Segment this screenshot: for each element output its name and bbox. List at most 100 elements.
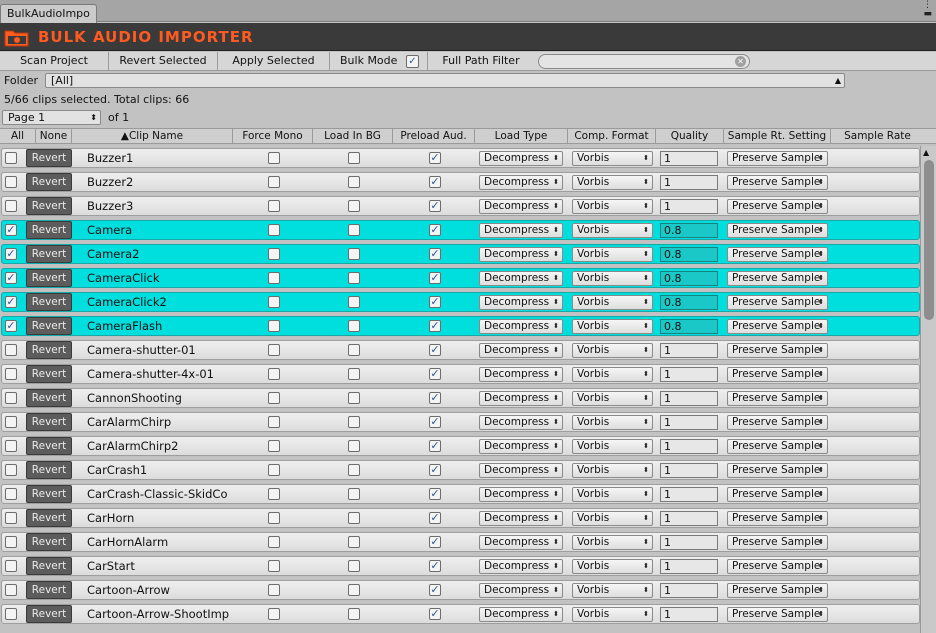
select-all-button[interactable]: All xyxy=(0,129,36,144)
revert-button[interactable]: Revert xyxy=(26,413,72,431)
force-mono-checkbox[interactable] xyxy=(268,464,280,476)
load-in-bg-checkbox[interactable] xyxy=(348,416,360,428)
table-row[interactable]: Revert CarAlarmChirp2 ✓ Decompress ⬍ Vorbis ⬍ 1… xyxy=(0,434,920,458)
force-mono-checkbox[interactable] xyxy=(268,608,280,620)
comp-format-dropdown[interactable]: Vorbis ⬍ xyxy=(572,559,653,574)
comp-format-dropdown[interactable]: Vorbis ⬍ xyxy=(572,367,653,382)
sample-setting-dropdown[interactable]: Preserve Sample ⬍ xyxy=(727,343,828,358)
table-row[interactable]: ✓ Revert CameraClick ✓ Decompress ⬍ Vorbis ⬍ 0.8… xyxy=(0,266,920,290)
quality-field[interactable]: 1 xyxy=(660,175,718,190)
preload-checkbox[interactable]: ✓ xyxy=(429,248,441,260)
table-row[interactable]: Revert Buzzer3 ✓ Decompress ⬍ Vorbis ⬍ 1 Preserv… xyxy=(0,194,920,218)
load-type-dropdown[interactable]: Decompress ⬍ xyxy=(479,319,563,334)
force-mono-checkbox[interactable] xyxy=(268,488,280,500)
full-path-filter-input[interactable]: ✕ xyxy=(538,54,750,69)
table-row[interactable]: ✓ Revert CameraFlash ✓ Decompress ⬍ Vorbis ⬍ 0.8… xyxy=(0,314,920,338)
revert-selected-button[interactable]: Revert Selected xyxy=(109,52,218,71)
load-type-dropdown[interactable]: Decompress ⬍ xyxy=(479,367,563,382)
sample-setting-dropdown[interactable]: Preserve Sample ⬍ xyxy=(727,247,828,262)
comp-format-dropdown[interactable]: Vorbis ⬍ xyxy=(572,391,653,406)
preload-checkbox[interactable]: ✓ xyxy=(429,416,441,428)
quality-field[interactable]: 0.8 xyxy=(660,319,718,334)
table-row[interactable]: Revert CarAlarmChirp ✓ Decompress ⬍ Vorbis ⬍ 1 P… xyxy=(0,410,920,434)
quality-field[interactable]: 0.8 xyxy=(660,247,718,262)
revert-button[interactable]: Revert xyxy=(26,533,72,551)
load-type-dropdown[interactable]: Decompress ⬍ xyxy=(479,559,563,574)
force-mono-checkbox[interactable] xyxy=(268,152,280,164)
row-select-checkbox[interactable]: ✓ xyxy=(5,272,17,284)
load-in-bg-checkbox[interactable] xyxy=(348,320,360,332)
load-in-bg-checkbox[interactable] xyxy=(348,248,360,260)
column-quality[interactable]: Quality xyxy=(656,129,724,144)
bulk-mode-checkbox[interactable]: ✓ xyxy=(406,55,419,68)
force-mono-checkbox[interactable] xyxy=(268,248,280,260)
load-in-bg-checkbox[interactable] xyxy=(348,176,360,188)
load-type-dropdown[interactable]: Decompress ⬍ xyxy=(479,343,563,358)
table-row[interactable]: ✓ Revert Camera2 ✓ Decompress ⬍ Vorbis ⬍ 0.8 Pres… xyxy=(0,242,920,266)
comp-format-dropdown[interactable]: Vorbis ⬍ xyxy=(572,319,653,334)
sample-setting-dropdown[interactable]: Preserve Sample ⬍ xyxy=(727,151,828,166)
force-mono-checkbox[interactable] xyxy=(268,536,280,548)
comp-format-dropdown[interactable]: Vorbis ⬍ xyxy=(572,607,653,622)
row-select-checkbox[interactable] xyxy=(5,368,17,380)
table-row[interactable]: Revert CarCrash-Classic-SkidCo ✓ Decompress… xyxy=(0,482,920,506)
preload-checkbox[interactable]: ✓ xyxy=(429,296,441,308)
revert-button[interactable]: Revert xyxy=(26,245,72,263)
column-load-in-bg[interactable]: Load In BG xyxy=(313,129,393,144)
revert-button[interactable]: Revert xyxy=(26,317,72,335)
row-select-checkbox[interactable]: ✓ xyxy=(5,296,17,308)
column-sample-setting[interactable]: Sample Rt. Setting xyxy=(724,129,831,144)
load-type-dropdown[interactable]: Decompress ⬍ xyxy=(479,463,563,478)
preload-checkbox[interactable]: ✓ xyxy=(429,272,441,284)
load-in-bg-checkbox[interactable] xyxy=(348,152,360,164)
load-in-bg-checkbox[interactable] xyxy=(348,464,360,476)
table-row[interactable]: ✓ Revert Camera ✓ Decompress ⬍ Vorbis ⬍ 0.8 Prese… xyxy=(0,218,920,242)
load-type-dropdown[interactable]: Decompress ⬍ xyxy=(479,511,563,526)
row-select-checkbox[interactable] xyxy=(5,392,17,404)
force-mono-checkbox[interactable] xyxy=(268,272,280,284)
comp-format-dropdown[interactable]: Vorbis ⬍ xyxy=(572,535,653,550)
row-select-checkbox[interactable]: ✓ xyxy=(5,224,17,236)
row-select-checkbox[interactable] xyxy=(5,584,17,596)
sample-setting-dropdown[interactable]: Preserve Sample ⬍ xyxy=(727,295,828,310)
force-mono-checkbox[interactable] xyxy=(268,176,280,188)
quality-field[interactable]: 1 xyxy=(660,535,718,550)
preload-checkbox[interactable]: ✓ xyxy=(429,584,441,596)
scroll-up-icon[interactable]: ▲ xyxy=(923,148,929,157)
sample-setting-dropdown[interactable]: Preserve Sample ⬍ xyxy=(727,271,828,286)
sample-setting-dropdown[interactable]: Preserve Sample ⬍ xyxy=(727,607,828,622)
comp-format-dropdown[interactable]: Vorbis ⬍ xyxy=(572,415,653,430)
apply-selected-button[interactable]: Apply Selected xyxy=(218,52,330,71)
quality-field[interactable]: 1 xyxy=(660,439,718,454)
quality-field[interactable]: 1 xyxy=(660,607,718,622)
comp-format-dropdown[interactable]: Vorbis ⬍ xyxy=(572,223,653,238)
load-type-dropdown[interactable]: Decompress ⬍ xyxy=(479,247,563,262)
revert-button[interactable]: Revert xyxy=(26,173,72,191)
load-type-dropdown[interactable]: Decompress ⬍ xyxy=(479,175,563,190)
load-type-dropdown[interactable]: Decompress ⬍ xyxy=(479,271,563,286)
sample-setting-dropdown[interactable]: Preserve Sample ⬍ xyxy=(727,319,828,334)
column-sample-rate[interactable]: Sample Rate xyxy=(831,129,924,144)
force-mono-checkbox[interactable] xyxy=(268,512,280,524)
revert-button[interactable]: Revert xyxy=(26,341,72,359)
table-row[interactable]: Revert Camera-shutter-01 ✓ Decompress ⬍ Vorbi… xyxy=(0,338,920,362)
force-mono-checkbox[interactable] xyxy=(268,416,280,428)
sample-setting-dropdown[interactable]: Preserve Sample ⬍ xyxy=(727,223,828,238)
comp-format-dropdown[interactable]: Vorbis ⬍ xyxy=(572,175,653,190)
load-in-bg-checkbox[interactable] xyxy=(348,440,360,452)
preload-checkbox[interactable]: ✓ xyxy=(429,440,441,452)
load-type-dropdown[interactable]: Decompress ⬍ xyxy=(479,151,563,166)
load-type-dropdown[interactable]: Decompress ⬍ xyxy=(479,199,563,214)
table-row[interactable]: Revert CarStart ✓ Decompress ⬍ Vorbis ⬍ 1 Preser… xyxy=(0,554,920,578)
column-load-type[interactable]: Load Type xyxy=(475,129,568,144)
page-dropdown[interactable]: Page 1 ⬍ xyxy=(2,110,101,125)
load-in-bg-checkbox[interactable] xyxy=(348,344,360,356)
comp-format-dropdown[interactable]: Vorbis ⬍ xyxy=(572,199,653,214)
preload-checkbox[interactable]: ✓ xyxy=(429,224,441,236)
comp-format-dropdown[interactable]: Vorbis ⬍ xyxy=(572,247,653,262)
column-preload[interactable]: Preload Aud. xyxy=(393,129,475,144)
revert-button[interactable]: Revert xyxy=(26,293,72,311)
load-type-dropdown[interactable]: Decompress ⬍ xyxy=(479,607,563,622)
force-mono-checkbox[interactable] xyxy=(268,296,280,308)
load-in-bg-checkbox[interactable] xyxy=(348,536,360,548)
